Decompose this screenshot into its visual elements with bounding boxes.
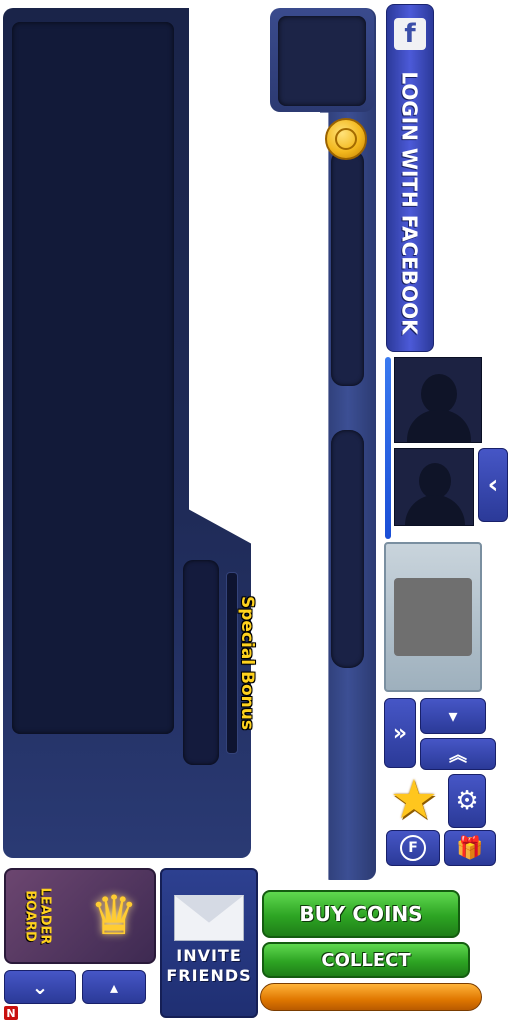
expand-button[interactable]: ︽ — [420, 738, 496, 770]
special-bonus-text: Special Bonus — [237, 595, 257, 731]
double-chevron-up-icon: ︽ — [449, 745, 467, 766]
leaderboard-label: LEADER BOARD — [12, 872, 62, 960]
n-badge: N — [4, 1006, 18, 1020]
invite-friends-label: INVITE FRIENDS — [166, 946, 252, 985]
coin-face — [335, 128, 357, 150]
avatar[interactable] — [394, 448, 474, 526]
orange-progress-bar — [260, 983, 482, 1011]
collapse-button[interactable]: ▾ — [420, 698, 486, 734]
bonus-slot — [183, 560, 219, 765]
rail-top-slot — [278, 16, 366, 106]
f-coin-button[interactable]: F — [386, 830, 440, 866]
star-icon[interactable]: ★ — [385, 772, 443, 828]
avatar-scroll-indicator — [385, 357, 391, 539]
chevron-left-icon: ‹ — [487, 470, 499, 500]
facebook-login-label: LOGIN WITH FACEBOOK — [386, 60, 434, 345]
arrow-down-icon: ▾ — [448, 705, 458, 727]
main-panel-content-area — [12, 22, 174, 734]
gear-icon: ⚙ — [455, 786, 479, 816]
arrow-up-icon: ▴ — [109, 977, 119, 997]
avatar-head-icon — [421, 374, 457, 414]
avatar[interactable] — [394, 357, 482, 443]
leaderboard-text: LEADER BOARD — [22, 887, 53, 945]
fast-forward-icon: » — [392, 720, 408, 746]
gift-button[interactable]: 🎁 — [444, 830, 496, 866]
rail-track-lower[interactable] — [331, 430, 364, 668]
chevron-down-icon: ⌄ — [31, 975, 49, 999]
fast-forward-button[interactable]: » — [384, 698, 416, 768]
facebook-icon: f — [394, 18, 426, 50]
coin-icon — [325, 118, 367, 160]
collect-label: COLLECT — [321, 949, 411, 971]
back-button[interactable]: ‹ — [478, 448, 508, 522]
avatar-body-icon — [405, 495, 465, 525]
avatar-body-icon — [407, 410, 471, 442]
settings-button[interactable]: ⚙ — [448, 774, 486, 828]
facebook-login-text: LOGIN WITH FACEBOOK — [398, 70, 422, 335]
f-coin-icon: F — [400, 835, 426, 861]
photo-placeholder[interactable] — [394, 578, 472, 656]
scroll-up-button[interactable]: ▴ — [82, 970, 146, 1004]
scroll-down-button[interactable]: ⌄ — [4, 970, 76, 1004]
buy-coins-button[interactable]: BUY COINS — [262, 890, 460, 938]
avatar-head-icon — [419, 463, 451, 499]
rail-track-upper[interactable] — [331, 150, 364, 386]
invite-friends-button[interactable] — [160, 868, 258, 1018]
collect-button[interactable]: COLLECT — [262, 942, 470, 978]
crown-icon: ♛ — [89, 884, 139, 947]
gift-icon: 🎁 — [456, 835, 484, 861]
special-bonus-label: Special Bonus — [222, 588, 272, 738]
buy-coins-label: BUY COINS — [299, 902, 423, 926]
